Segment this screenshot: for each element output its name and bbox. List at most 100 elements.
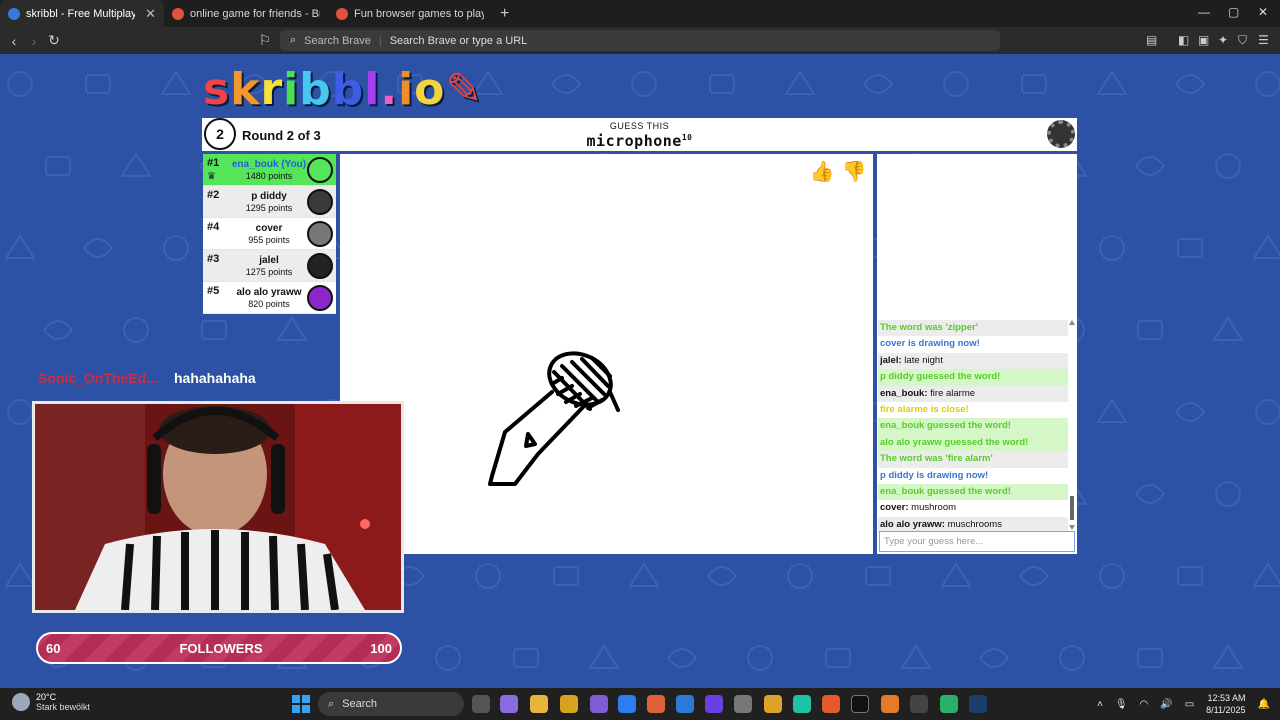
task-view-icon[interactable] [472, 695, 490, 713]
windows-start-icon[interactable] [292, 695, 310, 713]
wallet-icon[interactable]: ▣ [1198, 33, 1209, 47]
player-row[interactable]: #4 cover 955 points [203, 218, 336, 250]
background-doodle [7, 71, 33, 97]
background-doodle [1096, 70, 1128, 95]
player-row[interactable]: #5 alo alo yraww 820 points [203, 282, 336, 314]
restore-icon[interactable]: ▢ [1228, 5, 1239, 19]
forward-icon[interactable]: › [24, 33, 44, 49]
player-rank: #5 [207, 285, 220, 297]
vscode-icon[interactable] [676, 695, 694, 713]
player-row[interactable]: #3 jalel 1275 points [203, 250, 336, 282]
thumbs-up-icon[interactable]: 👍 [808, 158, 836, 186]
chat-scrollbar[interactable] [1069, 320, 1075, 530]
sidebar-icon[interactable]: ◧ [1178, 33, 1189, 47]
skribbl-logo: skribbl.io✎ [203, 64, 484, 115]
player-rank: #3 [207, 253, 220, 265]
background-doodle [553, 566, 579, 586]
browser-tab[interactable]: online game for friends - Brave Sear [164, 0, 328, 27]
temperature: 20°C [36, 692, 57, 702]
bookmark-icon[interactable]: ⚐ [255, 32, 275, 49]
cloud-icon [12, 693, 30, 711]
sublime-icon[interactable] [560, 695, 578, 713]
close-tab-icon[interactable]: ✕ [145, 6, 156, 22]
background-doodle [45, 156, 71, 176]
player-name: p diddy [251, 191, 287, 202]
leo-icon[interactable]: ✦ [1218, 33, 1228, 47]
player-points: 1480 points [245, 171, 293, 181]
tradingview-icon[interactable] [851, 695, 869, 713]
background-doodle [707, 566, 738, 586]
background-doodle [160, 70, 192, 95]
background-doodle [276, 316, 308, 341]
app-icon-teal[interactable] [793, 695, 811, 713]
app-icon-yellow[interactable] [764, 695, 782, 713]
minimize-icon[interactable]: — [1198, 5, 1210, 19]
wifi-icon[interactable]: ◠ [1140, 699, 1149, 710]
thumbs-down-icon[interactable]: 👎 [840, 158, 868, 186]
word-length: 10 [681, 133, 693, 142]
settings-gear-icon[interactable] [1047, 120, 1075, 148]
player-row[interactable]: #2 p diddy 1295 points [203, 186, 336, 218]
firefox-icon[interactable] [881, 695, 899, 713]
address-bar[interactable]: ⌕ Search Brave | Search Brave or type a … [280, 30, 1000, 51]
taskbar-clock[interactable]: 12:53 AM 8/11/2025 [1206, 692, 1245, 716]
background-doodle [1019, 566, 1050, 586]
background-doodle [120, 152, 152, 177]
drawing-canvas[interactable] [340, 154, 873, 554]
volume-icon[interactable]: 🔊 [1160, 699, 1172, 710]
chat-message: p diddy is drawing now! [880, 469, 989, 481]
obsidian-icon[interactable] [705, 695, 723, 713]
app-icon-green[interactable] [940, 695, 958, 713]
background-doodle [865, 566, 891, 586]
player-row[interactable]: #1 ena_bouk (You) 1480 points ♛ [203, 154, 336, 186]
background-doodle [784, 70, 816, 95]
background-doodle [85, 74, 111, 94]
discord-icon[interactable] [590, 695, 608, 713]
steam-icon[interactable] [969, 695, 987, 713]
back-icon[interactable]: ‹ [4, 33, 24, 49]
player-rank: #1 [207, 157, 220, 169]
browser-tab[interactable]: Fun browser games to play with frie [328, 0, 492, 27]
chat-message: The word was 'zipper' [878, 320, 1068, 337]
messenger-icon[interactable] [618, 695, 636, 713]
followers-goal-bar: 60 FOLLOWERS 100 [36, 632, 402, 664]
background-doodle [825, 648, 851, 668]
tab-favicon-icon [172, 7, 184, 20]
obs-icon[interactable] [910, 695, 928, 713]
reload-icon[interactable]: ↻ [44, 32, 64, 49]
shield-icon[interactable]: ⛉ [1238, 33, 1247, 48]
menu-icon[interactable]: ☰ [1258, 33, 1269, 47]
player-avatar [307, 221, 333, 247]
file-explorer-icon[interactable] [530, 695, 548, 713]
crown-icon: ♛ [207, 171, 216, 182]
chat-message: ena_bouk guessed the word! [878, 418, 1068, 435]
background-doodle [709, 74, 735, 94]
clock-date: 8/11/2025 [1206, 705, 1246, 715]
app-icon-orange[interactable] [647, 695, 665, 713]
browser-tab-bar: skribbl - Free Multiplayer Dra ✕ online ga… [0, 0, 1280, 27]
close-window-icon[interactable]: ✕ [1258, 5, 1268, 19]
background-doodle [1215, 481, 1241, 507]
background-doodle [667, 648, 698, 668]
reader-icon[interactable]: ▤ [1146, 33, 1157, 47]
battery-icon[interactable]: ▭ [1185, 699, 1194, 710]
player-name: cover [255, 223, 283, 234]
brave-icon[interactable] [822, 695, 840, 713]
system-tray: ˄ 🎙 ◠ 🔊 ▭ 12:53 AM 8/11/2025 🔔 [1097, 692, 1270, 716]
weather-widget[interactable]: 20°C Stark bewölkt [12, 692, 90, 712]
chevron-up-icon[interactable]: ˄ [1097, 699, 1103, 710]
taskbar-search[interactable]: ⌕ Search [318, 692, 464, 716]
browser-tab[interactable]: skribbl - Free Multiplayer Dra ✕ [0, 0, 164, 27]
background-doodle [1252, 234, 1280, 259]
player-list: #1 ena_bouk (You) 1480 points ♛ #2 p diddy 129… [203, 154, 336, 314]
chat-username: jalel: [880, 354, 902, 366]
followers-goal: 100 [370, 641, 392, 656]
notification-bell-icon[interactable]: 🔔 [1258, 699, 1270, 710]
microphone-icon[interactable]: 🎙 [1115, 699, 1128, 710]
guess-input[interactable]: Type your guess here... [879, 531, 1075, 552]
webcam-feed [32, 401, 404, 613]
background-doodle [1099, 235, 1125, 261]
copilot-icon[interactable] [500, 695, 518, 713]
new-tab-button[interactable]: + [500, 5, 509, 23]
app-icon-gray[interactable] [734, 695, 752, 713]
